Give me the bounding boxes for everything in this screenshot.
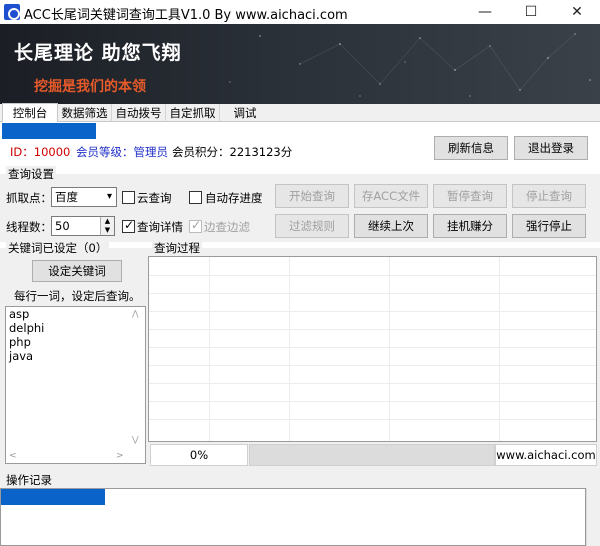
query-process-grid[interactable]	[148, 256, 597, 442]
grid-line	[289, 257, 290, 441]
banner-slogan: 长尾理论 助您飞翔	[14, 42, 182, 64]
keyword-item: asp	[9, 307, 30, 321]
keywords-title: 关键词已设定（0）	[6, 240, 110, 256]
filter-rules-button[interactable]: 过滤规则	[275, 214, 349, 238]
query-detail-checkbox[interactable]	[122, 218, 135, 233]
grid-line	[149, 293, 596, 294]
scroll-left-icon[interactable]: <	[9, 451, 17, 461]
grid-line	[149, 311, 596, 312]
grid-line	[499, 257, 500, 441]
grab-point-select[interactable]: 百度 ▾	[51, 187, 117, 207]
grid-line	[149, 275, 596, 276]
window-title: ACC长尾词关键词查询工具V1.0 By www.aichaci.com	[24, 8, 348, 23]
top-progress-bar	[2, 123, 96, 139]
threads-input[interactable]: 50 ▲ ▼	[51, 216, 115, 236]
keywords-hint: 每行一词，设定后查询。	[14, 289, 141, 303]
keyword-item: delphi	[9, 321, 45, 335]
banner: 长尾理论 助您飞翔 挖掘是我们的本领	[0, 24, 600, 104]
cloud-query-checkbox[interactable]	[122, 191, 135, 204]
stop-query-button[interactable]: 停止查询	[512, 184, 586, 208]
tab-debug[interactable]: 调试	[220, 104, 270, 122]
grid-line	[149, 329, 596, 330]
grab-point-label: 抓取点：	[6, 191, 52, 205]
threads-value: 50	[55, 219, 70, 233]
tab-custom-grab[interactable]: 自定抓取	[166, 104, 220, 122]
keywords-textarea[interactable]: asp delphi php java ⋀ ⋁ < >	[5, 306, 146, 464]
keyword-item: php	[9, 335, 31, 349]
tab-auto-dial[interactable]: 自动拨号	[112, 104, 166, 122]
query-progress-bar	[249, 444, 495, 466]
progress-percent: 0%	[150, 444, 248, 466]
idle-earn-button[interactable]: 挂机赚分	[433, 214, 507, 238]
grid-line	[149, 347, 596, 348]
tab-data-filter[interactable]: 数据筛选	[58, 104, 112, 122]
scroll-up-icon[interactable]: ⋀	[132, 309, 139, 318]
logout-button[interactable]: 退出登录	[514, 136, 588, 160]
maximize-button[interactable]: ☐	[508, 0, 554, 24]
threads-label: 线程数：	[6, 220, 52, 234]
scroll-down-icon[interactable]: ⋁	[132, 435, 139, 444]
force-stop-button[interactable]: 强行停止	[512, 214, 586, 238]
side-filter-label: 边查边滤	[204, 220, 250, 234]
pause-query-button[interactable]: 暂停查询	[433, 184, 507, 208]
scroll-right-icon[interactable]: >	[116, 451, 124, 461]
tab-bar: 控制台 数据筛选 自动拨号 自定抓取 调试	[0, 103, 600, 123]
operation-log[interactable]	[0, 488, 586, 546]
cloud-query-label: 云查询	[137, 191, 172, 205]
side-filter-checkbox[interactable]	[189, 218, 202, 233]
keyword-item: java	[9, 349, 34, 363]
title-bar: ACC长尾词关键词查询工具V1.0 By www.aichaci.com — ☐…	[0, 0, 600, 24]
grid-line	[389, 257, 390, 441]
save-acc-button[interactable]: 存ACC文件	[354, 184, 428, 208]
chevron-down-icon: ▾	[106, 191, 112, 202]
app-icon	[4, 4, 20, 20]
query-settings-title: 查询设置	[6, 166, 56, 182]
spin-arrows-icon[interactable]: ▲ ▼	[100, 217, 114, 235]
grid-line	[149, 365, 596, 366]
start-query-button[interactable]: 开始查询	[275, 184, 349, 208]
auto-save-label: 自动存进度	[205, 191, 263, 205]
member-points-label: 会员积分：2213123分	[172, 145, 293, 159]
member-level-label: 会员等级：管理员	[76, 145, 168, 159]
auto-save-checkbox[interactable]	[189, 191, 202, 204]
set-keywords-button[interactable]: 设定关键词	[32, 260, 122, 282]
grab-point-value: 百度	[55, 190, 78, 204]
user-id-label: ID：10000	[10, 145, 71, 159]
query-detail-label: 查询详情	[137, 220, 183, 234]
grid-line	[149, 383, 596, 384]
close-button[interactable]: ✕	[554, 0, 600, 24]
log-selected-line	[1, 489, 105, 505]
log-title: 操作记录	[4, 472, 54, 488]
grid-line	[209, 257, 210, 441]
continue-last-button[interactable]: 继续上次	[354, 214, 428, 238]
process-title: 查询过程	[152, 240, 202, 256]
banner-subslogan: 挖掘是我们的本领	[34, 79, 146, 95]
tab-console[interactable]: 控制台	[2, 103, 58, 123]
grid-line	[149, 419, 596, 420]
log-scrollbar[interactable]	[586, 488, 600, 546]
refresh-info-button[interactable]: 刷新信息	[434, 136, 508, 160]
site-link[interactable]: www.aichaci.com	[495, 444, 597, 466]
minimize-button[interactable]: —	[462, 0, 508, 24]
grid-line	[149, 401, 596, 402]
